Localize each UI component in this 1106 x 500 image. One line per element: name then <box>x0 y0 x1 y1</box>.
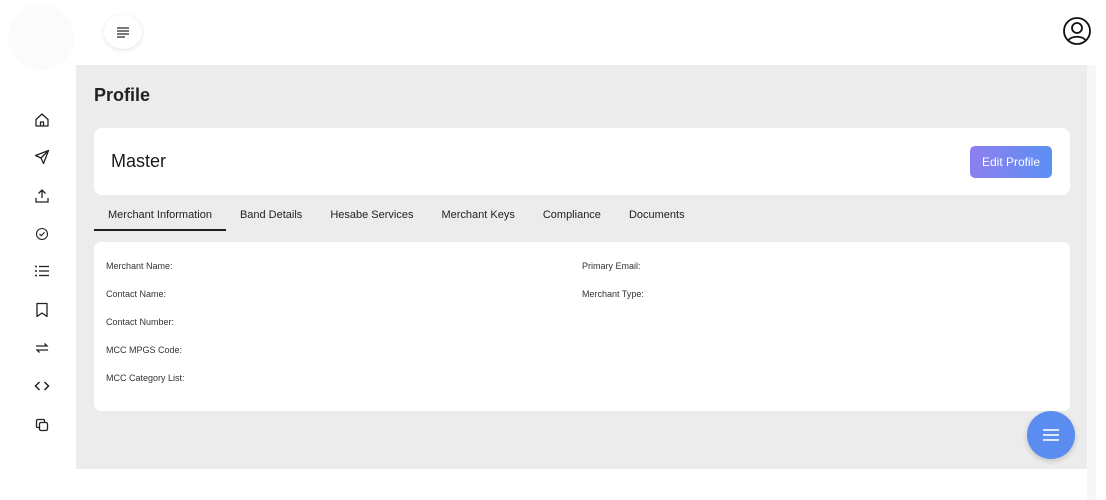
merchant-name-heading: Master <box>111 151 167 171</box>
sidebar-item-bookmark[interactable] <box>28 296 56 324</box>
code-icon <box>34 381 50 391</box>
main-content: Profile Master Edit Profile Merchant Inf… <box>76 65 1087 469</box>
floating-menu-button[interactable] <box>1027 411 1075 459</box>
sidebar-item-home[interactable] <box>28 106 56 134</box>
copy-icon <box>35 418 49 432</box>
bookmark-icon <box>36 302 48 318</box>
list-icon <box>35 265 49 277</box>
contact-number-label: Contact Number: <box>106 317 175 327</box>
sidebar-item-check[interactable] <box>28 220 56 248</box>
tab-band-details[interactable]: Band Details <box>226 201 316 231</box>
tab-documents[interactable]: Documents <box>615 201 699 231</box>
merchant-header-card: Master Edit Profile <box>94 128 1070 195</box>
page-title: Profile <box>94 85 151 105</box>
check-circle-icon <box>35 227 49 241</box>
sidebar-item-copy[interactable] <box>28 411 56 439</box>
menu-icon <box>1043 429 1059 441</box>
transfer-arrows-icon <box>35 343 49 353</box>
merchant-type-label: Merchant Type: <box>582 289 644 299</box>
tab-merchant-information[interactable]: Merchant Information <box>94 201 226 231</box>
user-profile-button[interactable] <box>1062 16 1092 46</box>
logo <box>8 4 74 70</box>
sidebar-item-code[interactable] <box>28 372 56 400</box>
hamburger-menu-icon <box>117 27 129 38</box>
sidebar-item-list[interactable] <box>28 257 56 285</box>
merchant-information-card: Merchant Name: Contact Name: Contact Num… <box>94 242 1070 411</box>
upload-icon <box>35 189 49 203</box>
tab-hesabe-services[interactable]: Hesabe Services <box>316 201 427 231</box>
send-icon <box>34 149 50 165</box>
app-root: Profile Master Edit Profile Merchant Inf… <box>0 0 1106 500</box>
profile-tabs: Merchant Information Band Details Hesabe… <box>94 201 699 231</box>
sidebar-item-upload[interactable] <box>28 182 56 210</box>
contact-name-label: Contact Name: <box>106 289 167 299</box>
mcc-category-list-label: MCC Category List: <box>106 373 185 383</box>
sidebar-item-transfer[interactable] <box>28 334 56 362</box>
tab-merchant-keys[interactable]: Merchant Keys <box>427 201 528 231</box>
home-icon <box>35 113 49 127</box>
edit-profile-button[interactable]: Edit Profile <box>970 146 1052 178</box>
tab-compliance[interactable]: Compliance <box>529 201 615 231</box>
sidebar-item-send[interactable] <box>28 143 56 171</box>
menu-toggle-button[interactable] <box>104 15 142 49</box>
primary-email-label: Primary Email: <box>582 261 641 271</box>
merchant-name-label: Merchant Name: <box>106 261 173 271</box>
mcc-mpgs-code-label: MCC MPGS Code: <box>106 345 183 355</box>
scrollbar-track <box>1087 65 1096 500</box>
user-circle-icon <box>1063 17 1091 45</box>
